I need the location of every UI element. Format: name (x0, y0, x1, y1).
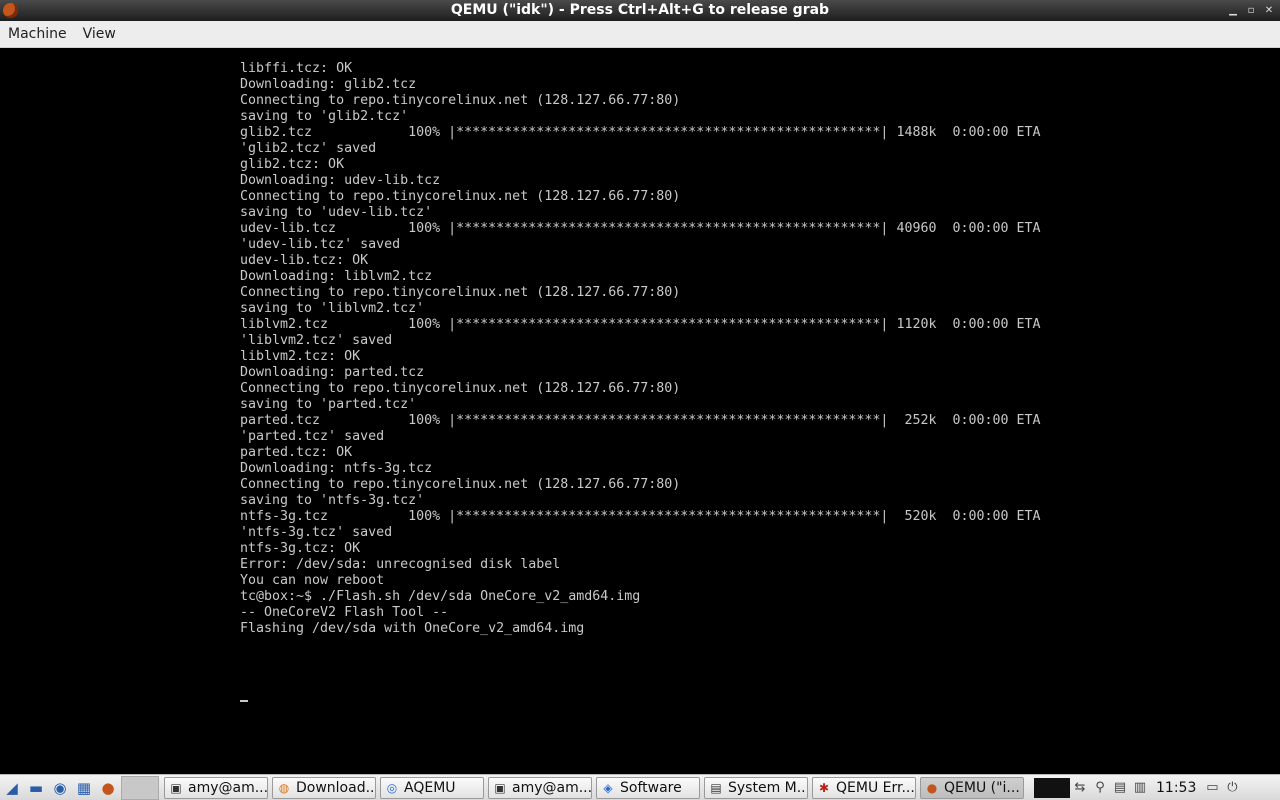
taskbar-button-label: amy@am... (512, 779, 591, 796)
console-line: liblvm2.tcz: OK (240, 349, 361, 364)
console-line: udev-lib.tcz 100% |*********************… (240, 221, 1041, 236)
console-line: Downloading: udev-lib.tcz (240, 173, 441, 188)
taskbar-button-label: QEMU Err... (836, 779, 915, 796)
tray-power-icon[interactable]: ⏻ (1222, 778, 1242, 798)
console-line: saving to 'udev-lib.tcz' (240, 205, 433, 220)
maximize-icon[interactable]: ▫ (1244, 4, 1258, 18)
console-output: libffi.tcz: OK Downloading: glib2.tcz Conn… (240, 61, 1041, 637)
tray-clipboard-icon[interactable]: ▤ (1110, 778, 1130, 798)
taskbar-button-label: Download... (296, 779, 375, 796)
tray-volume-icon[interactable]: ▥ (1130, 778, 1150, 798)
minimize-icon[interactable]: ▁ (1226, 4, 1240, 18)
console-line: Downloading: parted.tcz (240, 365, 425, 380)
close-icon[interactable]: ✕ (1262, 4, 1276, 18)
taskbar-button-label: System M... (728, 779, 807, 796)
taskbar-button[interactable]: ▣ amy@am... (164, 776, 268, 799)
taskbar-button[interactable]: ◎ AQEMU (380, 776, 484, 799)
window-controls: ▁ ▫ ✕ (1226, 0, 1276, 21)
menubar: Machine View (0, 21, 1280, 48)
console-line: Connecting to repo.tinycorelinux.net (12… (240, 381, 681, 396)
console-line: Connecting to repo.tinycorelinux.net (12… (240, 285, 681, 300)
console-line: ntfs-3g.tcz: OK (240, 541, 361, 556)
qemu-icon: ● (926, 780, 938, 795)
taskbar-button[interactable]: ✱ QEMU Err... (812, 776, 916, 799)
console-line: Downloading: glib2.tcz (240, 77, 417, 92)
taskbar-button[interactable]: ◈ Software (596, 776, 700, 799)
taskbar-button[interactable]: ● QEMU ("i... (920, 776, 1024, 799)
window-title: QEMU ("idk") - Press Ctrl+Alt+G to relea… (450, 2, 830, 18)
console-line: glib2.tcz: OK (240, 157, 345, 172)
tray-search-icon[interactable]: ⚲ (1090, 778, 1110, 798)
aqemu-icon: ◎ (386, 780, 398, 795)
network-icon[interactable]: ◉ (49, 777, 71, 799)
taskbar-button-label: amy@am... (188, 779, 267, 796)
console-line: You can now reboot (240, 573, 385, 588)
terminal-icon: ▣ (494, 780, 506, 795)
taskbar: ◢ ▬ ◉ ▦ ● ▣ amy@am... ◍ Download... ◎ AQEMU ▣ a… (0, 774, 1280, 800)
tray-graph-icon[interactable] (1034, 777, 1070, 798)
console-line: Error: /dev/sda: unrecognised disk label (240, 557, 561, 572)
qemu-icon[interactable] (3, 3, 18, 18)
console-cursor (240, 700, 248, 702)
bug-icon: ✱ (818, 780, 830, 795)
taskbar-button-label: Software (620, 779, 682, 796)
console-line: Connecting to repo.tinycorelinux.net (12… (240, 189, 681, 204)
console-line: Connecting to repo.tinycorelinux.net (12… (240, 477, 681, 492)
console-line: Connecting to repo.tinycorelinux.net (12… (240, 93, 681, 108)
taskbar-button[interactable]: ▣ amy@am... (488, 776, 592, 799)
tray-display-icon[interactable]: ▭ (1202, 778, 1222, 798)
firefox-icon: ◍ (278, 780, 290, 795)
taskbar-button[interactable]: ▤ System M... (704, 776, 808, 799)
console-line: udev-lib.tcz: OK (240, 253, 369, 268)
taskbar-button[interactable]: ◍ Download... (272, 776, 376, 799)
console-line: liblvm2.tcz 100% |**********************… (240, 317, 1041, 332)
console-line: parted.tcz 100% |***********************… (240, 413, 1041, 428)
task-list: ▣ amy@am... ◍ Download... ◎ AQEMU ▣ amy@am... ◈ S… (164, 776, 1028, 799)
software-icon: ◈ (603, 780, 613, 795)
console-line: 'ntfs-3g.tcz' saved (240, 525, 393, 540)
console-line: libffi.tcz: OK (240, 61, 353, 76)
taskbar-button-label: QEMU ("i... (944, 779, 1020, 796)
console-line: Downloading: liblvm2.tcz (240, 269, 433, 284)
system-monitor-icon: ▤ (710, 780, 722, 795)
terminal-icon: ▣ (170, 780, 182, 795)
start-menu-icon[interactable]: ◢ (1, 777, 23, 799)
window-titlebar[interactable]: QEMU ("idk") - Press Ctrl+Alt+G to relea… (0, 0, 1280, 21)
console-line: 'udev-lib.tcz' saved (240, 237, 401, 252)
menu-view[interactable]: View (75, 21, 124, 47)
console-line: parted.tcz: OK (240, 445, 353, 460)
qemu-launcher-icon[interactable]: ● (97, 777, 119, 799)
file-manager-icon[interactable]: ▦ (73, 777, 95, 799)
console-line: saving to 'liblvm2.tcz' (240, 301, 425, 316)
console-line: tc@box:~$ ./Flash.sh /dev/sda OneCore_v2… (240, 589, 641, 604)
console-line: 'parted.tcz' saved (240, 429, 385, 444)
clock[interactable]: 11:53 (1156, 780, 1196, 796)
console-line: glib2.tcz 100% |************************… (240, 125, 1041, 140)
tray-network-icon[interactable]: ⇆ (1070, 778, 1090, 798)
system-tray: ⇆ ⚲ ▤ ▥ 11:53 ▭ ⏻ (1034, 777, 1242, 798)
console-line: saving to 'glib2.tcz' (240, 109, 409, 124)
console-line: Flashing /dev/sda with OneCore_v2_amd64.… (240, 621, 585, 636)
console-line: -- OneCoreV2 Flash Tool -- (240, 605, 449, 620)
blank-launcher-icon[interactable] (121, 775, 159, 800)
console-line: saving to 'parted.tcz' (240, 397, 417, 412)
console-line: saving to 'ntfs-3g.tcz' (240, 493, 425, 508)
console-line: ntfs-3g.tcz 100% |**********************… (240, 509, 1041, 524)
menu-machine[interactable]: Machine (0, 21, 75, 47)
show-desktop-icon[interactable]: ▬ (25, 777, 47, 799)
console-line: 'glib2.tcz' saved (240, 141, 377, 156)
console-line: Downloading: ntfs-3g.tcz (240, 461, 433, 476)
taskbar-button-label: AQEMU (404, 779, 456, 796)
console-line: 'liblvm2.tcz' saved (240, 333, 393, 348)
